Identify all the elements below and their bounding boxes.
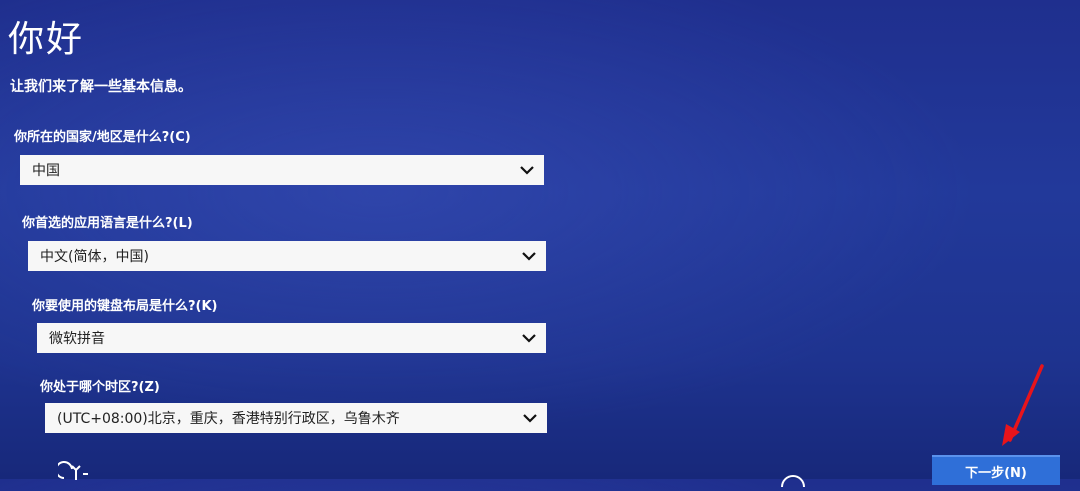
chevron-down-icon <box>513 403 547 433</box>
country-label: 你所在的国家/地区是什么?(C) <box>14 130 191 145</box>
language-label: 你首选的应用语言是什么?(L) <box>22 216 193 231</box>
keyboard-label: 你要使用的键盘布局是什么?(K) <box>32 299 218 314</box>
timezone-dropdown[interactable]: (UTC+08:00)北京，重庆，香港特别行政区，乌鲁木齐 <box>45 403 547 433</box>
annotation-arrow-icon <box>996 362 1052 452</box>
country-dropdown[interactable]: 中国 <box>20 155 544 185</box>
chevron-down-icon <box>512 323 546 353</box>
language-value: 中文(简体，中国) <box>40 249 149 265</box>
keyboard-dropdown[interactable]: 微软拼音 <box>37 323 546 353</box>
chevron-down-icon <box>512 241 546 271</box>
page-subtitle: 让我们来了解一些基本信息。 <box>10 79 192 95</box>
timezone-label: 你处于哪个时区?(Z) <box>40 380 160 395</box>
next-button[interactable]: 下一步(N) <box>932 455 1060 485</box>
timezone-value: (UTC+08:00)北京，重庆，香港特别行政区，乌鲁木齐 <box>57 411 400 427</box>
progress-circle-icon <box>780 472 806 488</box>
language-dropdown[interactable]: 中文(简体，中国) <box>28 241 546 271</box>
country-value: 中国 <box>32 163 60 179</box>
keyboard-value: 微软拼音 <box>49 331 105 347</box>
oobe-setup-screen: 你好 让我们来了解一些基本信息。 你所在的国家/地区是什么?(C) 中国 你首选… <box>0 0 1080 488</box>
page-title: 你好 <box>8 19 85 60</box>
chevron-down-icon <box>510 155 544 185</box>
